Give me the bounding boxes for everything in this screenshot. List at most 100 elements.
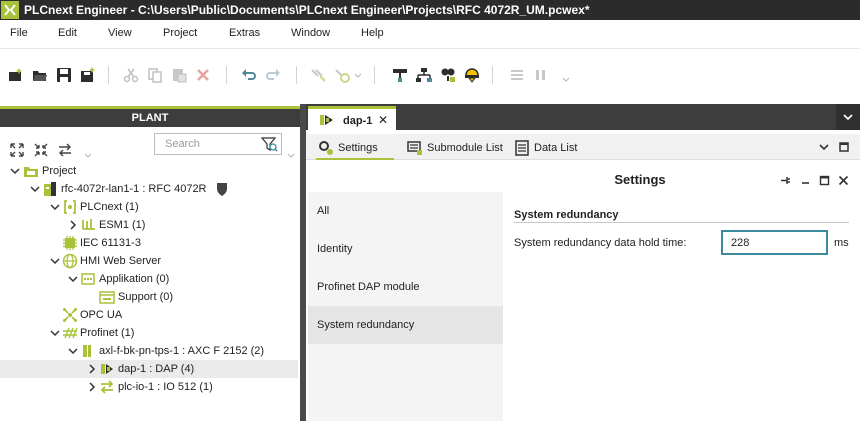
tab-list-dropdown[interactable] [836,104,860,130]
hold-time-input[interactable] [721,230,828,255]
application-icon [80,271,96,287]
plcnext-icon [62,199,78,215]
debug-icon[interactable] [439,66,457,84]
tree-node-plc-io[interactable]: plc-io-1 : IO 512 (1) [0,378,298,396]
active-tab-indicator [316,158,394,160]
warning-icon[interactable] [463,66,481,84]
menu-view[interactable]: View [108,27,132,39]
menu-extras[interactable]: Extras [229,27,260,39]
chevron-down-icon[interactable] [818,141,830,153]
menu-project[interactable]: Project [163,27,197,39]
collapse-all-icon[interactable] [33,142,49,158]
category-label: System redundancy [317,319,415,331]
chevron-down-icon[interactable] [50,328,60,338]
maximize-icon[interactable] [838,141,850,153]
minimize-icon[interactable] [800,175,811,186]
tree-node-applikation[interactable]: Applikation (0) [0,270,298,288]
menu-help[interactable]: Help [361,27,384,39]
delete-icon[interactable] [194,66,212,84]
chevron-down-icon[interactable] [354,66,372,84]
bus-coupler-icon [80,343,96,359]
toolbar-separator [374,66,375,84]
close-icon[interactable] [838,175,849,186]
tree-node-iec[interactable]: IEC 61131-3 [0,234,298,252]
chevron-right-icon[interactable] [87,382,97,392]
sync-selection-icon[interactable] [57,142,73,158]
cut-icon[interactable] [122,66,140,84]
tree-node-controller[interactable]: rfc-4072r-lan1-1 : RFC 4072R [0,180,298,198]
expand-all-icon[interactable] [9,142,25,158]
chevron-right-icon[interactable] [87,364,97,374]
chevron-down-icon[interactable] [50,256,60,266]
plant-panel: PLANT Project rfc-4072r-lan1-1 : RFC 407… [0,106,300,421]
copy-icon[interactable] [146,66,164,84]
network-topology-icon[interactable] [415,66,433,84]
toolbar-separator [296,66,297,84]
chevron-down-icon[interactable] [50,202,60,212]
document-tabstrip: dap-1 ✕ [306,104,860,130]
open-project-icon[interactable] [31,66,49,84]
save-icon[interactable] [55,66,73,84]
tree-node-label: OPC UA [80,309,123,321]
subtab-label: Settings [338,142,378,154]
close-icon[interactable]: ✕ [378,113,388,127]
tree-node-label: Applikation (0) [99,273,170,285]
redo-icon[interactable] [264,66,282,84]
tree-node-plcnext[interactable]: PLCnext (1) [0,198,298,216]
menu-file[interactable]: File [10,27,28,39]
category-system-redundancy[interactable]: System redundancy [308,306,503,344]
settings-category-list: All Identity Profinet DAP module System … [308,192,503,421]
chevron-right-icon[interactable] [68,220,78,230]
menu-bar: File Edit View Project Extras Window Hel… [0,20,860,48]
tree-node-profinet[interactable]: Profinet (1) [0,324,298,342]
window-title: PLCnext Engineer - C:\Users\Public\Docum… [24,3,590,17]
search-input[interactable] [165,137,255,151]
chevron-down-icon[interactable] [562,66,580,84]
connect-icon[interactable] [310,66,328,84]
shield-icon [214,181,230,197]
app-logo-icon [1,1,19,19]
section-title: System redundancy [514,209,619,221]
tree-node-bus-coupler[interactable]: axl-f-bk-pn-tps-1 : AXC F 2152 (2) [0,342,298,360]
category-identity[interactable]: Identity [308,230,503,268]
pause-icon[interactable] [532,66,550,84]
tree-node-hmi[interactable]: HMI Web Server [0,252,298,270]
tree-node-dap-selected[interactable]: dap-1 : DAP (4) [0,360,298,378]
editor-area: dap-1 ✕ Settings Submodule List Data Lis… [306,104,860,421]
online-icon[interactable] [334,66,352,84]
chevron-down-icon[interactable] [30,184,40,194]
tree-node-label: rfc-4072r-lan1-1 : RFC 4072R [61,183,207,195]
search-box [154,133,282,155]
undo-icon[interactable] [240,66,258,84]
section-divider [514,222,849,223]
chevron-down-icon[interactable] [68,274,78,284]
tree-node-support[interactable]: Support (0) [0,288,298,306]
filter-icon[interactable] [260,136,278,152]
pin-icon[interactable] [780,175,791,186]
tree-node-project[interactable]: Project [0,162,298,180]
category-profinet-dap-module[interactable]: Profinet DAP module [308,268,503,306]
maximize-icon[interactable] [819,175,830,186]
paste-icon[interactable] [170,66,188,84]
esm-icon [80,217,96,233]
dap-icon [319,113,335,127]
new-project-icon[interactable] [7,66,25,84]
subtab-label: Submodule List [427,142,503,154]
category-all[interactable]: All [308,192,503,230]
grid-icon[interactable] [508,66,526,84]
folder-icon [99,289,115,305]
category-label: All [317,205,330,217]
hold-time-unit: ms [834,237,849,249]
save-as-icon[interactable] [79,66,97,84]
menu-edit[interactable]: Edit [58,27,77,39]
tree-node-esm1[interactable]: ESM1 (1) [0,216,298,234]
chevron-down-icon[interactable] [10,166,20,176]
tree-node-opcua[interactable]: OPC UA [0,306,298,324]
menu-window[interactable]: Window [291,27,330,39]
chevron-down-icon[interactable] [68,346,78,356]
subtab-label: Data List [534,142,578,154]
category-label: Profinet DAP module [317,281,420,293]
tab-dap-1[interactable]: dap-1 ✕ [308,106,396,130]
tree-node-label: plc-io-1 : IO 512 (1) [118,381,213,393]
network-scan-icon[interactable] [391,66,409,84]
